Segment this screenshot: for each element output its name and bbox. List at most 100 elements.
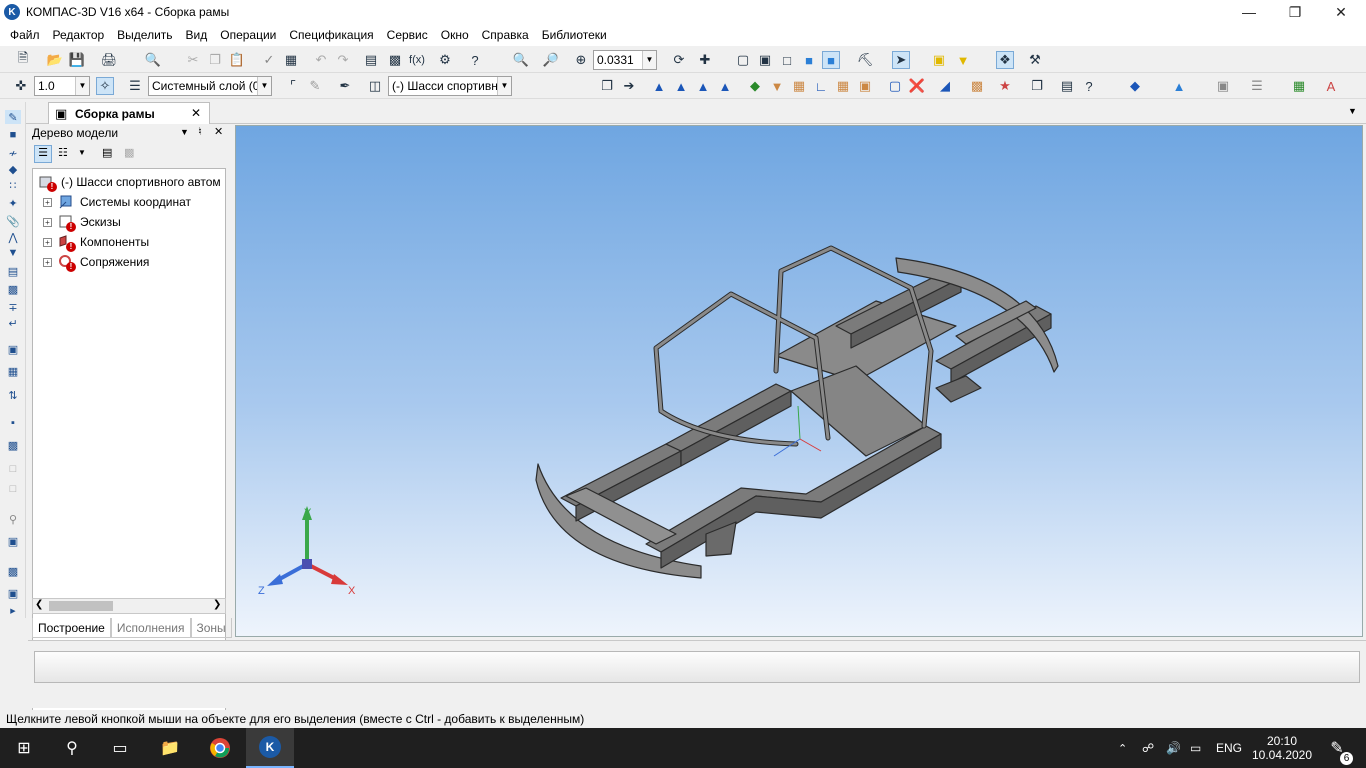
lock-tool-icon[interactable]: ▣ (5, 534, 21, 548)
library-manager-icon[interactable]: ▩ (386, 51, 404, 69)
menu-select[interactable]: Выделить (117, 28, 172, 42)
solid-tool-icon[interactable]: ■ (5, 128, 21, 142)
cut-extrude-icon[interactable]: ◆ (746, 77, 764, 95)
cable-icon[interactable]: ☰ (1248, 77, 1266, 95)
tree-item-mates[interactable]: + ! Сопряжения (43, 253, 149, 272)
app-tool-icon[interactable]: ▣ (5, 586, 21, 600)
pipeline-icon[interactable]: ▣ (1214, 77, 1232, 95)
tab-build[interactable]: Построение (32, 618, 111, 638)
curves-tool-icon[interactable]: ≁ (5, 146, 21, 160)
part-icon[interactable]: ▣ (930, 51, 948, 69)
mates-tool-icon[interactable]: 📎 (5, 214, 21, 228)
frame-model[interactable]: Y X Z (236, 126, 1363, 637)
help-icon[interactable]: ? (1080, 77, 1098, 95)
revolve-icon[interactable]: ▲ (672, 77, 690, 95)
menu-libraries[interactable]: Библиотеки (542, 28, 607, 42)
tree-item-coordinate-systems[interactable]: + Системы координат (43, 193, 191, 211)
sketch-mode-icon[interactable]: ✒ (336, 77, 354, 95)
hidden-lines-icon[interactable]: ▣ (756, 51, 774, 69)
report-icon[interactable]: ▤ (1058, 77, 1076, 95)
display-icon[interactable]: ▭ (1190, 728, 1201, 768)
tree-view-icon[interactable]: ☷ (58, 146, 68, 159)
step-dropdown-icon[interactable]: ▼ (75, 77, 89, 95)
close-tab-icon[interactable]: ✕ (191, 106, 201, 120)
pipe-tool-icon[interactable]: ▪ (5, 416, 21, 430)
zoom-dropdown-icon[interactable]: ▼ (642, 51, 656, 69)
clock[interactable]: 20:10 10.04.2020 (1252, 728, 1312, 768)
surface-icon[interactable]: ◢ (936, 77, 954, 95)
scroll-right-icon[interactable]: ❯ (213, 599, 221, 610)
scrollbar-thumb[interactable] (49, 601, 113, 611)
tree-item-components[interactable]: + ! Компоненты (43, 233, 149, 252)
sweep-icon[interactable]: ▲ (694, 77, 712, 95)
language-indicator[interactable]: ENG (1216, 728, 1242, 768)
component-dropdown-icon[interactable]: ▼ (497, 77, 511, 95)
weld-icon[interactable]: ▲ (1170, 77, 1188, 95)
tab-zones[interactable]: Зоны (190, 618, 232, 638)
layer-select[interactable]: Системный слой (0) ▼ (148, 76, 272, 96)
menu-specification[interactable]: Спецификация (289, 28, 373, 42)
component-tool-icon[interactable]: ▣ (5, 342, 21, 356)
help-pointer-icon[interactable]: ? (466, 51, 484, 69)
panel-menu-icon[interactable]: ▼ (180, 127, 189, 137)
zoom-window-icon[interactable]: 🔍 (512, 51, 530, 69)
thin-hidden-icon[interactable]: □ (778, 51, 796, 69)
sheet-metal-icon[interactable]: ◆ (1126, 77, 1144, 95)
zoom-dynamic-icon[interactable]: 🔎 (542, 51, 560, 69)
cut-icon[interactable]: ✂ (184, 51, 202, 69)
format-brush-icon[interactable]: ✓ (260, 51, 278, 69)
component-select[interactable]: (-) Шасси спортивнс ▼ (388, 76, 512, 96)
tab-versions[interactable]: Исполнения (110, 618, 191, 638)
shell-icon[interactable]: ▣ (856, 77, 874, 95)
paste-icon[interactable]: 📋 (228, 51, 246, 69)
tray-chevron-icon[interactable]: ⌃ (1118, 728, 1127, 768)
volume-icon[interactable]: 🔊 (1166, 728, 1181, 768)
properties-icon[interactable]: ▦ (282, 51, 300, 69)
toolbar-toggle-icon[interactable]: ❖ (996, 51, 1014, 69)
tools-icon[interactable]: ⚒ (1026, 51, 1044, 69)
dimension-icon[interactable]: A (1322, 77, 1340, 95)
tree-root[interactable]: ! (-) Шасси спортивного автом (39, 173, 221, 192)
disabled-tool-2-icon[interactable]: □ (5, 482, 21, 496)
minimize-icon[interactable]: — (1226, 0, 1272, 24)
zoom-input[interactable]: 0.0331 ▼ (593, 50, 657, 70)
file-explorer-icon[interactable]: 📁 (146, 728, 194, 768)
menu-editor[interactable]: Редактор (53, 28, 105, 42)
print-icon[interactable]: 🖨 (100, 51, 118, 69)
spec-tool-icon[interactable]: ▤ (5, 264, 21, 278)
fillet-icon[interactable]: ▼ (768, 77, 786, 95)
add-component-icon[interactable]: ❐ (598, 77, 616, 95)
menu-view[interactable]: Вид (186, 28, 208, 42)
task-view-icon[interactable]: ▭ (96, 728, 144, 768)
surfaces-tool-icon[interactable]: ◆ (5, 162, 21, 176)
coordinate-point-icon[interactable]: ✜ (12, 77, 30, 95)
edit-tool-icon[interactable]: ✎ (5, 110, 21, 124)
scroll-left-icon[interactable]: ❮ (35, 599, 43, 610)
tree-item-sketches[interactable]: + ! Эскизы (43, 213, 121, 232)
aux-geometry-icon[interactable]: ✦ (5, 196, 21, 210)
expand-icon[interactable]: + (43, 217, 52, 227)
measure-tool-icon[interactable]: ⋀ (5, 230, 21, 244)
wireframe-icon[interactable]: ▢ (734, 51, 752, 69)
chrome-icon[interactable] (196, 728, 244, 768)
network-icon[interactable]: ☍ (1142, 728, 1154, 768)
transform-tool-icon[interactable]: ⇅ (5, 388, 21, 402)
arrays-tool-icon[interactable]: ∷ (5, 178, 21, 192)
restore-icon[interactable]: ❐ (1272, 0, 1318, 24)
assembly-tool-icon[interactable]: ▦ (5, 364, 21, 378)
edit-mode-icon[interactable]: ✎ (306, 77, 324, 95)
select-filter-icon[interactable]: ➤ (892, 51, 910, 69)
menu-window[interactable]: Окно (441, 28, 469, 42)
search-tool-icon[interactable]: ⚲ (5, 512, 21, 526)
measure-icon[interactable]: ⚙ (436, 51, 454, 69)
rib-icon[interactable]: ▦ (834, 77, 852, 95)
sheet-tool-icon[interactable]: ↵ (5, 316, 21, 330)
menu-service[interactable]: Сервис (387, 28, 428, 42)
axis-icon[interactable]: ❌ (908, 77, 926, 95)
spec-object-icon[interactable]: ❐ (1028, 77, 1046, 95)
redo-icon[interactable]: ↷ (334, 51, 352, 69)
shaded-edges-icon[interactable]: ■ (822, 51, 840, 69)
tree-view-dropdown-icon[interactable]: ▼ (78, 148, 86, 157)
disabled-tool-1-icon[interactable]: □ (5, 462, 21, 476)
3d-viewport[interactable]: Y X Z (235, 125, 1363, 637)
